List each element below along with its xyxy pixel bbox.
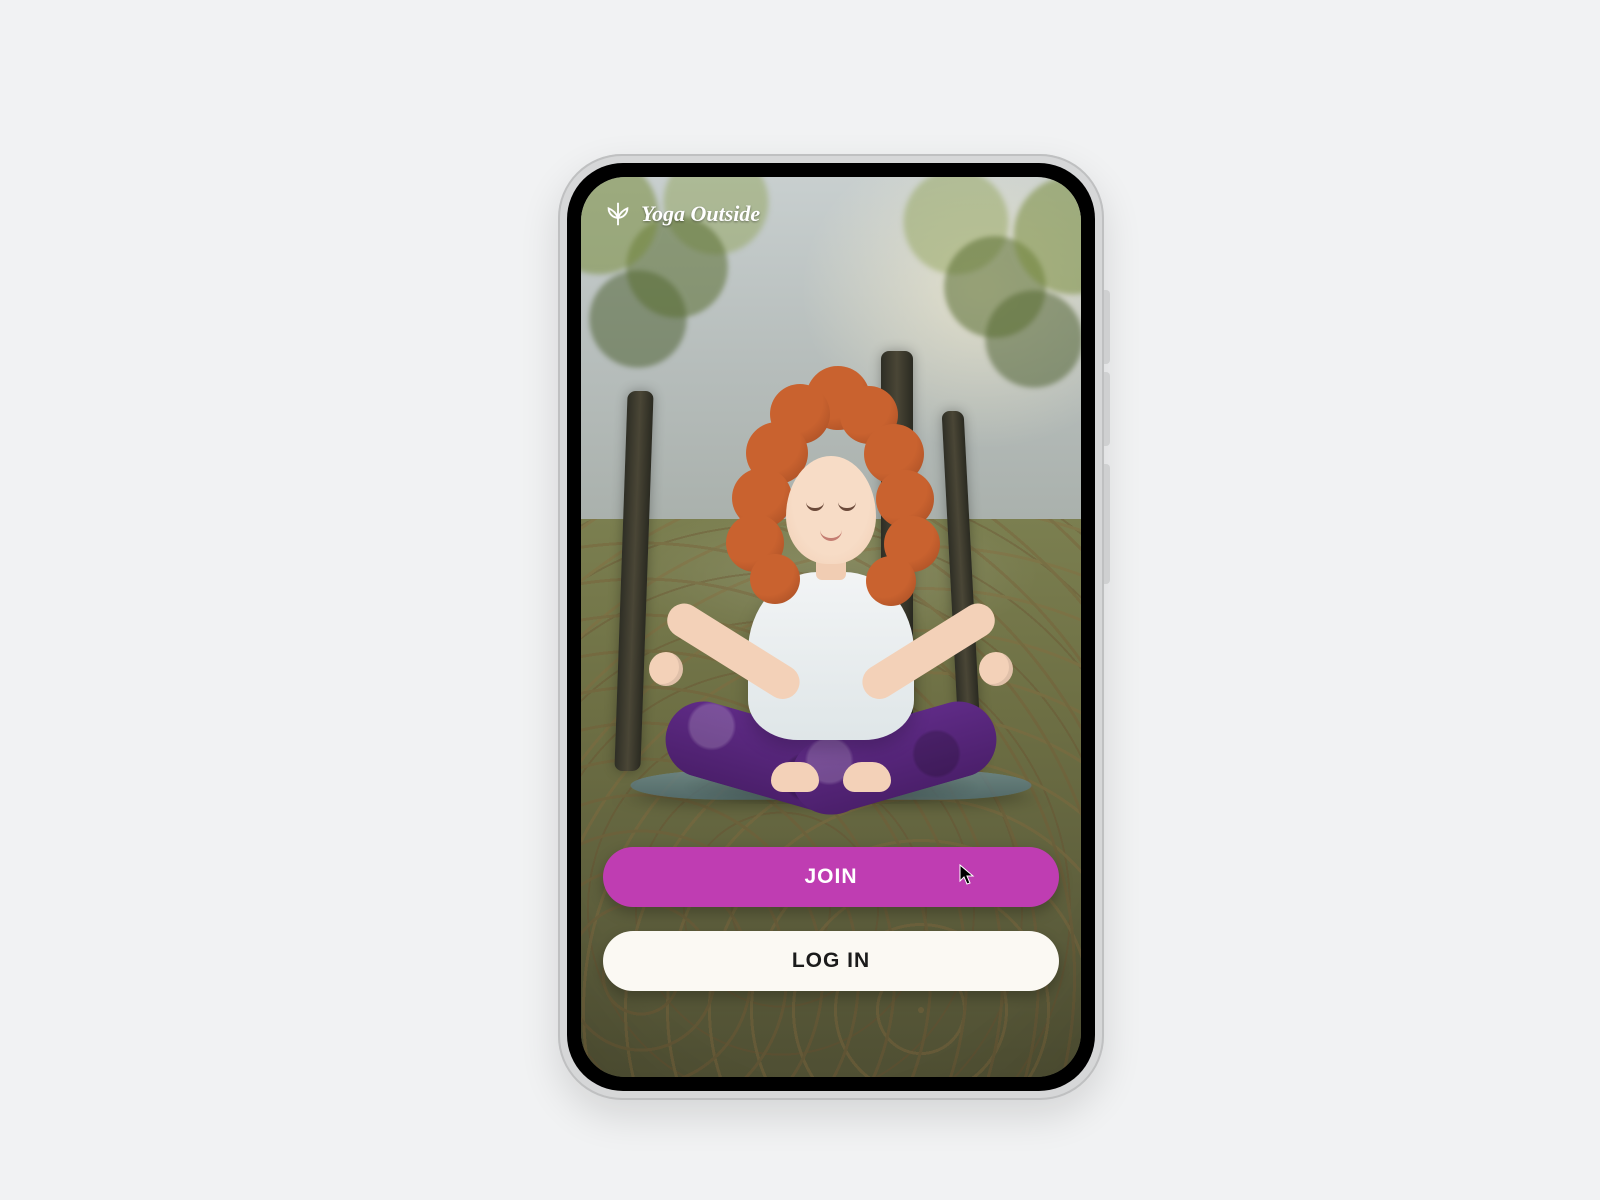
power-button[interactable] (1104, 464, 1110, 584)
brand-logo: Yoga Outside (603, 199, 760, 229)
volume-down-button[interactable] (1104, 372, 1110, 446)
volume-up-button[interactable] (1104, 290, 1110, 364)
phone-bezel: Yoga Outside JOIN LOG IN (567, 163, 1095, 1091)
login-button[interactable]: LOG IN (603, 931, 1059, 991)
auth-button-group: JOIN LOG IN (603, 847, 1059, 991)
join-button[interactable]: JOIN (603, 847, 1059, 907)
brand-name: Yoga Outside (641, 201, 760, 227)
lotus-icon (603, 199, 633, 229)
app-screen: Yoga Outside JOIN LOG IN (581, 177, 1081, 1077)
phone-frame: Yoga Outside JOIN LOG IN (558, 154, 1104, 1100)
